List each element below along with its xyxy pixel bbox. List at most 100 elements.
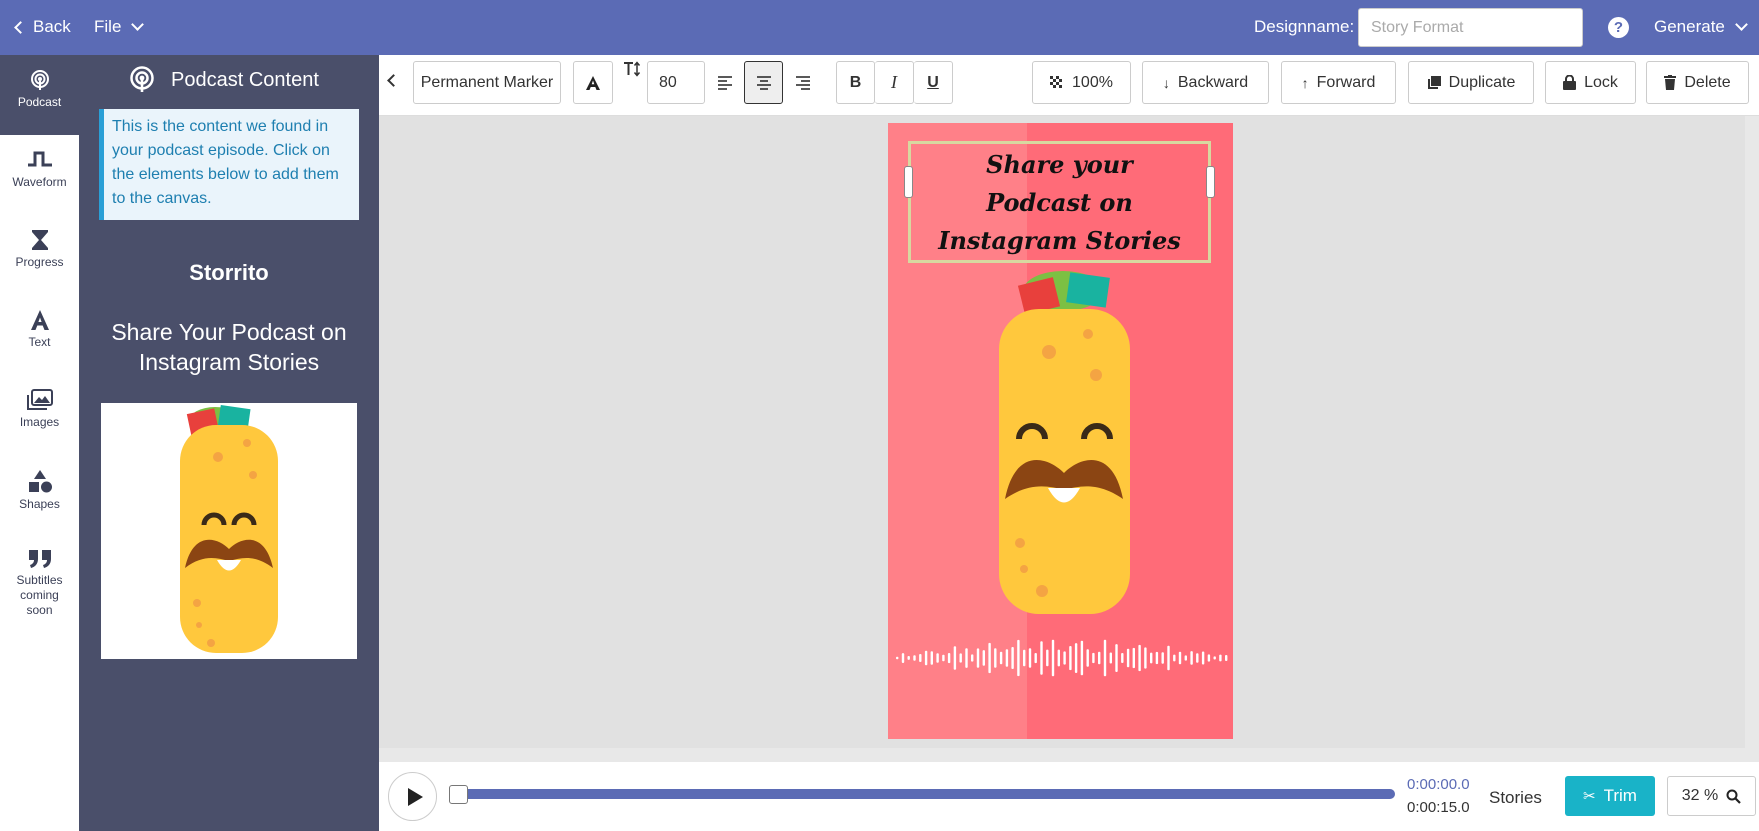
chevron-down-icon [1735,18,1748,31]
lock-button[interactable]: Lock [1545,61,1636,104]
resize-handle-left[interactable] [904,166,913,198]
waveform-bar [1017,639,1020,677]
delete-button[interactable]: Delete [1646,61,1749,104]
generate-menu[interactable]: Generate [1654,17,1748,37]
forward-button[interactable]: ↑ Forward [1281,61,1396,104]
play-button[interactable] [388,772,437,821]
canvas-text-line: Podcast on [986,188,1133,217]
backward-label: Backward [1177,73,1249,91]
trim-label: Trim [1603,786,1637,805]
waveform-bar [1173,654,1176,662]
underline-button[interactable]: U [914,61,953,104]
designname-input[interactable] [1358,8,1583,47]
lock-icon [1563,75,1577,90]
sidebar-item-images[interactable]: Images [0,375,79,455]
waveform-bar [1225,655,1228,661]
italic-icon: I [891,72,897,92]
timeline-scrubber[interactable] [449,785,468,804]
waveform-bar [1132,647,1135,669]
align-left-button[interactable] [705,61,744,104]
sidebar-item-podcast[interactable]: Podcast [0,55,79,135]
duplicate-icon [1427,75,1441,89]
chevron-left-icon[interactable] [387,74,400,87]
waveform-bar [1011,647,1014,669]
zoom-control[interactable]: 32 % [1667,776,1756,816]
vertical-scrollbar[interactable] [1745,116,1759,762]
sidebar-item-label: Shapes [19,497,60,511]
waveform-bar [971,654,974,662]
duplicate-label: Duplicate [1448,73,1516,91]
top-bar: Back File Designname: ? Generate [0,0,1759,55]
opacity-value: 100% [1072,73,1113,91]
trim-button[interactable]: ✂ Trim [1565,776,1655,816]
waveform-bar [1109,652,1112,664]
resize-handle-right[interactable] [1206,166,1215,198]
font-color-button[interactable] [573,61,613,104]
horizontal-scrollbar[interactable] [379,748,1745,762]
hourglass-icon [31,230,48,250]
sidebar-item-label: Waveform [12,175,67,189]
backward-button[interactable]: ↓ Backward [1142,61,1269,104]
file-menu[interactable]: File [94,17,145,37]
bold-button[interactable]: B [836,61,875,104]
duplicate-button[interactable]: Duplicate [1408,61,1534,104]
waveform-bar [1057,649,1060,667]
chevron-down-icon [131,18,145,31]
waveform-bar [1005,649,1009,667]
chevron-left-icon [14,20,27,34]
text-icon [30,310,49,330]
burrito-illustration [180,405,278,653]
waveform-bar [1046,649,1049,667]
waveform-bar [1178,651,1182,665]
show-title[interactable]: Storrito [79,260,379,286]
waveform-bar [1040,641,1043,675]
info-box: This is the content we found in your pod… [99,109,359,220]
waveform-bar [1150,652,1153,664]
waveform-bar [1103,639,1107,677]
designname-label: Designname: [1254,17,1355,36]
align-center-button[interactable] [744,61,783,104]
italic-button[interactable]: I [875,61,914,104]
editor-toolbar: Permanent Marker 80 B I U 100% ↓ Backwar… [379,55,1759,116]
opacity-button[interactable]: 100% [1032,61,1131,104]
waveform-bar [901,653,905,663]
waveform-bar [1034,653,1037,664]
help-icon[interactable]: ? [1608,17,1629,38]
canvas-text-box[interactable]: Share your Podcast on Instagram Stories [908,141,1211,263]
sidebar-item-waveform[interactable]: Waveform [0,135,79,215]
timeline-track[interactable] [449,785,1395,804]
sidebar-item-progress[interactable]: Progress [0,215,79,295]
waveform-icon [27,151,52,167]
back-label: Back [33,17,71,36]
search-icon [1726,789,1742,804]
font-family-select[interactable]: Permanent Marker [413,61,561,104]
waveform-bar [1092,652,1095,664]
waveform-bar [1201,651,1205,665]
waveform-bar [1219,654,1222,662]
waveform-bar [907,656,910,660]
align-left-icon [717,75,732,90]
waveform-bar [924,650,928,666]
font-size-input[interactable]: 80 [647,61,705,104]
waveform-bar [1138,644,1141,672]
back-button[interactable]: Back [14,17,71,37]
waveform-bar [976,648,980,668]
sidebar-item-shapes[interactable]: Shapes [0,455,79,535]
waveform-bar [1207,654,1211,662]
waveform-bar [953,646,957,670]
story-canvas[interactable]: Share your Podcast on Instagram Stories [888,123,1233,739]
waveform-bar [1086,649,1089,667]
checkerboard-icon [1050,75,1063,88]
waveform-bar [994,648,997,668]
arrow-up-icon: ↑ [1301,74,1309,91]
episode-title[interactable]: Share Your Podcast on Instagram Stories [99,317,359,377]
waveform-bar [959,653,962,663]
align-right-button[interactable] [783,61,822,104]
sidebar-item-label: Images [19,415,60,429]
sidebar-item-subtitles[interactable]: Subtitles coming soon [0,535,79,635]
episode-cover-image[interactable] [101,403,357,659]
audio-waveform[interactable] [888,633,1233,683]
sidebar-item-text[interactable]: Text [0,295,79,375]
bold-icon: B [849,73,862,91]
panel-header: Podcast Content [129,66,319,94]
